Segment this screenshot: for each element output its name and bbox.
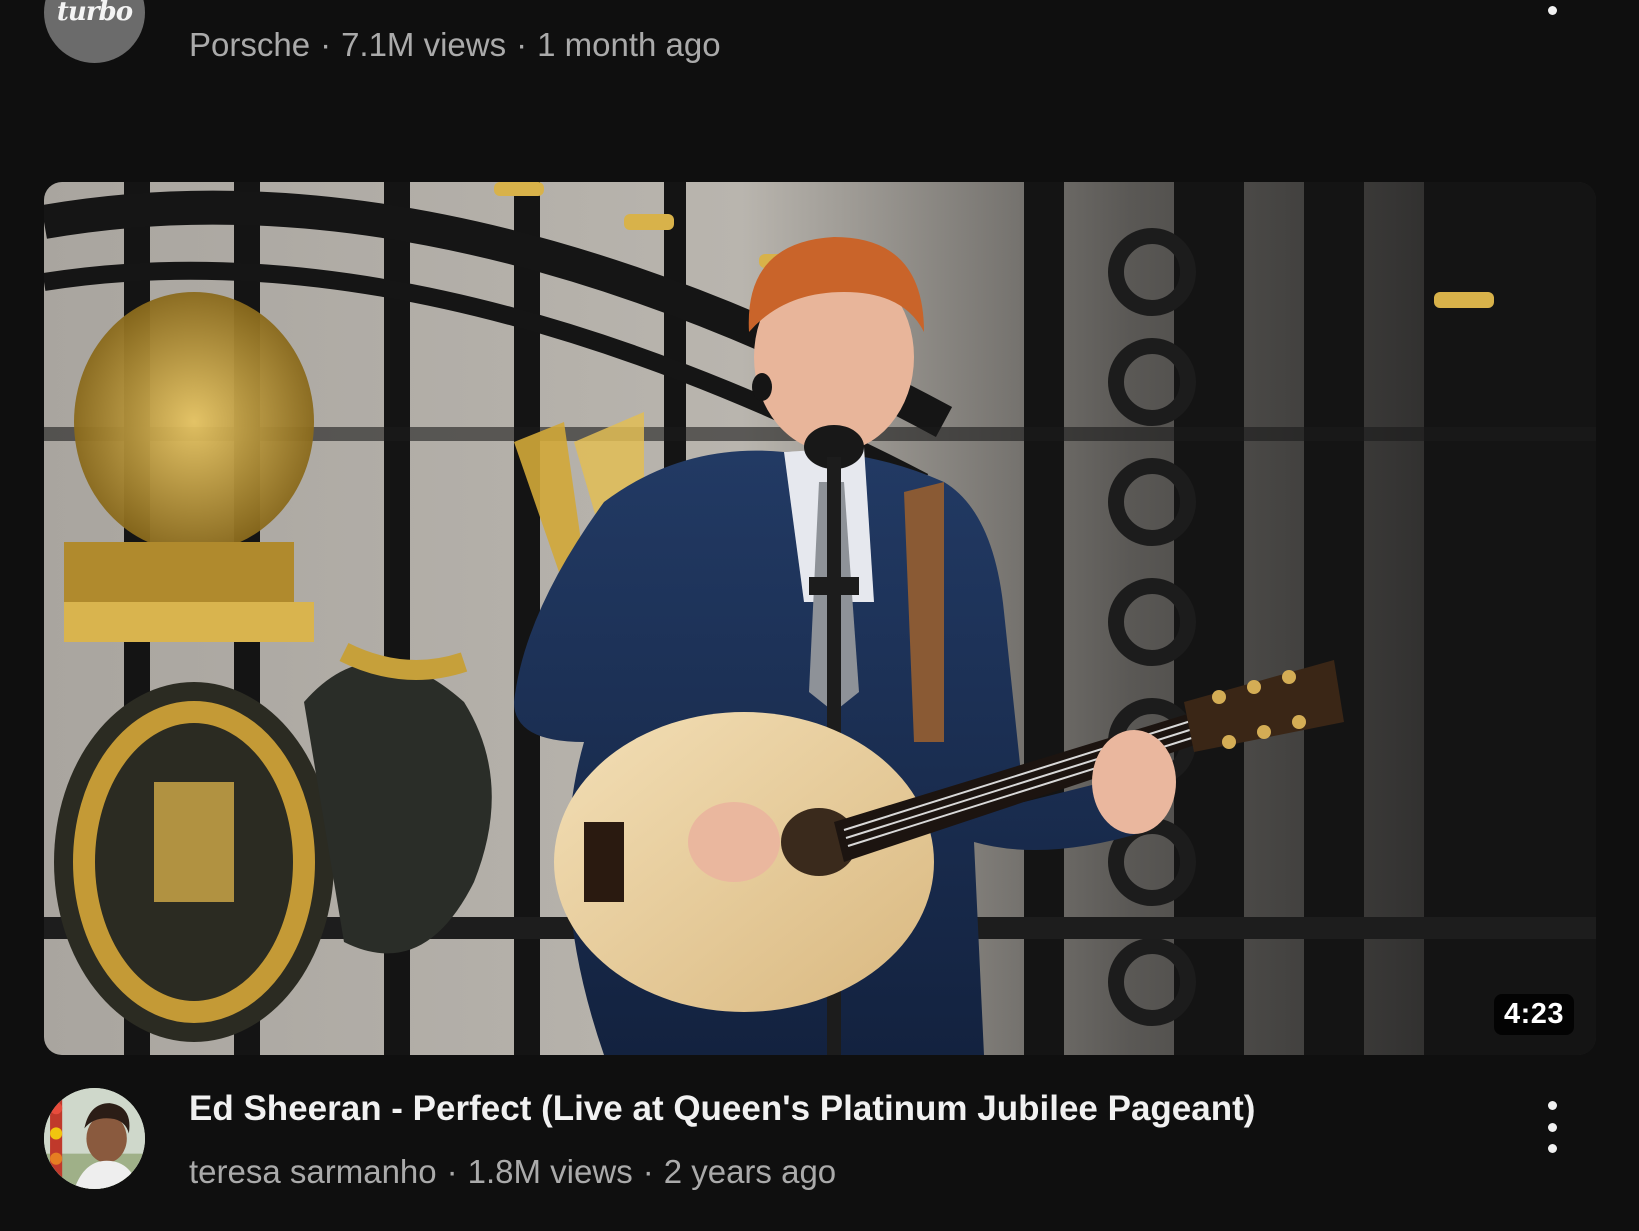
thumbnail-image	[44, 182, 1596, 1055]
video-info-row: Ed Sheeran - Perfect (Live at Queen's Pl…	[0, 1055, 1639, 1231]
more-options-button[interactable]	[1534, 1097, 1570, 1157]
previous-upload-age: 1 month ago	[537, 26, 721, 63]
upload-age: 2 years ago	[663, 1153, 837, 1190]
more-vertical-icon	[1548, 6, 1557, 15]
previous-more-options-button[interactable]	[1540, 0, 1564, 24]
previous-video-item[interactable]: turbo Porsche · 7.1M views · 1 month ago	[0, 0, 1639, 110]
previous-view-count: 7.1M views	[341, 26, 507, 63]
more-vertical-icon-dot	[1547, 1144, 1557, 1153]
separator: ·	[642, 1153, 654, 1190]
view-count: 1.8M views	[467, 1153, 633, 1190]
separator: ·	[446, 1153, 458, 1190]
more-vertical-icon	[1547, 1101, 1557, 1110]
video-title[interactable]: Ed Sheeran - Perfect (Live at Queen's Pl…	[189, 1087, 1489, 1131]
video-duration-badge: 4:23	[1493, 994, 1574, 1035]
channel-avatar[interactable]	[44, 1088, 145, 1189]
video-feed: turbo Porsche·7.1M views·1 month ago	[0, 0, 1639, 1231]
channel-avatar-image	[44, 1088, 145, 1189]
more-vertical-icon-dot	[1547, 1122, 1557, 1132]
separator: ·	[516, 26, 528, 63]
video-metadata: teresa sarmanho · 1.8M views · 2 years ago	[189, 1153, 836, 1191]
video-thumbnail[interactable]: 4:23	[44, 182, 1596, 1055]
previous-video-metadata: Porsche · 7.1M views · 1 month ago	[189, 26, 721, 64]
previous-channel-name[interactable]: Porsche	[189, 26, 310, 63]
separator: ·	[320, 26, 332, 63]
porsche-channel-avatar[interactable]: turbo	[44, 0, 145, 63]
channel-name[interactable]: teresa sarmanho	[189, 1153, 437, 1190]
channel-avatar-logo-text: turbo	[56, 0, 133, 27]
